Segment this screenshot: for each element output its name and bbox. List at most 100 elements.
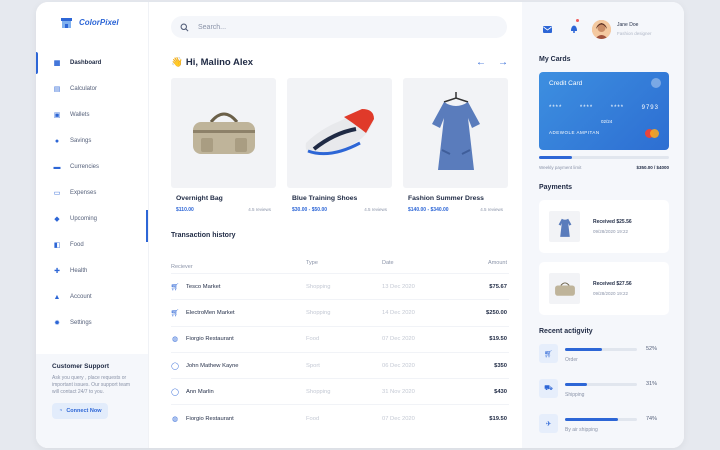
payment-item[interactable]: Received $25.56 09/28/2020 19:22 xyxy=(539,200,669,253)
date: 14 Dec 2020 xyxy=(382,309,415,316)
payment-item[interactable]: Received $27.56 09/28/2020 19:22 xyxy=(539,262,669,315)
sidebar-item-dashboard[interactable]: ▦ Dashboard xyxy=(36,50,148,76)
sidebar: ColorPixel ▦ Dashboard ▤ Calculator ▣ Wa… xyxy=(36,2,149,448)
user-icon: ◯ xyxy=(171,388,179,396)
mail-icon[interactable] xyxy=(543,20,552,38)
card-number-group: 9793 xyxy=(641,105,659,111)
app-window: ColorPixel ▦ Dashboard ▤ Calculator ▣ Wa… xyxy=(36,2,684,448)
greeting-text: Hi, Malino Alex xyxy=(185,57,254,68)
search-bar[interactable]: Search... xyxy=(171,16,507,38)
product-image-bag xyxy=(171,78,276,188)
sidebar-item-wallets[interactable]: ▣ Wallets xyxy=(36,102,148,128)
sidebar-item-currencies[interactable]: ▬ Currencies xyxy=(36,154,148,180)
product-card[interactable]: Blue Training Shoes $30.00 - $50.00 4.5 … xyxy=(287,78,392,213)
connect-now-button[interactable]: ◔ Connect Now xyxy=(52,403,109,419)
cart-icon: 🛒︎ xyxy=(170,309,180,317)
food-icon: ◧ xyxy=(53,242,61,249)
logo[interactable]: ColorPixel xyxy=(36,2,148,42)
avatar[interactable] xyxy=(592,19,611,39)
table-row[interactable]: ◍ Fiorgio Restaurant Food 07 Dec 2020 $19… xyxy=(171,327,509,353)
cart-icon: 🛒︎ xyxy=(539,344,558,363)
sidebar-item-settings[interactable]: ✹ Settings xyxy=(36,310,148,336)
calculator-icon: ▤ xyxy=(53,86,61,93)
date: 31 Nov 2020 xyxy=(382,388,415,395)
sidebar-item-upcoming[interactable]: ◆ Upcoming xyxy=(36,206,148,232)
mastercard-icon xyxy=(645,129,659,138)
product-card[interactable]: Fashion Summer Dress $140.00 - $340.00 4… xyxy=(403,78,508,213)
type: Sport xyxy=(306,362,320,369)
sidebar-item-label: Settings xyxy=(70,320,92,326)
arrow-left-icon[interactable]: ← xyxy=(476,57,486,68)
table-row[interactable]: ◍ Fiorgio Restaurant Food 07 Dec 2020 $19… xyxy=(171,405,509,431)
activity-item: ⛟ Shipping 31% xyxy=(539,379,669,405)
table-row[interactable]: 🛒︎ Tesco Market Shopping 13 Dec 2020 $75.… xyxy=(171,274,509,301)
sidebar-item-label: Upcoming xyxy=(70,216,98,222)
date: 13 Dec 2020 xyxy=(382,283,415,290)
table-row[interactable]: ◯ Ann Marlin Shopping 31 Nov 2020 $430 xyxy=(171,379,509,406)
column-date[interactable]: Date xyxy=(382,260,458,273)
receiver: Fiorgio Restaurant xyxy=(186,336,234,343)
right-panel: Jane Doe Fashion designer My Cards Credi… xyxy=(522,2,684,448)
connect-now-label: Connect Now xyxy=(66,408,102,414)
payment-limit-fill xyxy=(539,156,572,159)
column-type[interactable]: Type xyxy=(306,260,382,273)
type: Food xyxy=(306,415,320,422)
search-input[interactable]: Search... xyxy=(198,24,226,31)
activity-bar-fill xyxy=(565,348,603,351)
arrow-right-icon[interactable]: → xyxy=(498,57,508,68)
activity-bar xyxy=(565,418,637,421)
sidebar-item-label: Currencies xyxy=(70,164,100,170)
activity-bar-fill xyxy=(565,418,619,421)
user-role: Fashion designer xyxy=(617,31,652,36)
payments-title: Payments xyxy=(539,184,573,191)
sidebar-item-savings[interactable]: ● Savings xyxy=(36,128,148,154)
product-reviews: 4.5 reviews xyxy=(248,207,271,212)
activity-bar-fill xyxy=(565,383,588,386)
recent-activity-title: Recent actigvity xyxy=(539,328,593,335)
transaction-table: 🛒︎ Tesco Market Shopping 13 Dec 2020 $75.… xyxy=(171,274,509,432)
column-receiver[interactable]: Reciever xyxy=(171,260,306,273)
date: 06 Dec 2020 xyxy=(382,362,415,369)
product-name: Blue Training Shoes xyxy=(292,195,358,202)
bag-image xyxy=(192,112,255,154)
receiver: Ann Marlin xyxy=(186,388,214,395)
card-label: Credit Card xyxy=(549,80,583,87)
card-holder: ADEWOLE AMPITAN xyxy=(549,130,600,135)
sidebar-item-account[interactable]: ▲ Account xyxy=(36,284,148,310)
bag-thumbnail xyxy=(549,273,580,304)
product-reviews: 4.5 reviews xyxy=(480,207,503,212)
credit-card[interactable]: Credit Card **** **** **** 9793 02/24 AD… xyxy=(539,72,669,150)
notification-dot xyxy=(576,19,579,22)
table-row[interactable]: ◯ John Mathew Kayne Sport 06 Dec 2020 $35… xyxy=(171,353,509,380)
sidebar-item-health[interactable]: ✚ Health xyxy=(36,258,148,284)
sidebar-item-label: Wallets xyxy=(70,112,90,118)
product-price: $110.00 xyxy=(176,207,194,213)
wallet-icon: ▣ xyxy=(53,112,61,119)
food-icon: ◍ xyxy=(171,415,179,423)
sidebar-item-label: Calculator xyxy=(70,86,98,92)
sidebar-item-expenses[interactable]: ▭ Expenses xyxy=(36,180,148,206)
bell-icon[interactable] xyxy=(570,19,579,38)
product-image-dress xyxy=(403,78,508,188)
greeting-row: 👋 Hi, Malino Alex ← → xyxy=(171,57,509,68)
table-row[interactable]: 🛒︎ ElectroMen Market Shopping 14 Dec 2020… xyxy=(170,300,509,327)
product-card[interactable]: Overnight Bag $110.00 4.5 reviews xyxy=(171,78,276,213)
customer-support-panel: Customer Support Ask you query , place r… xyxy=(36,354,148,448)
column-amount[interactable]: Amount xyxy=(458,260,507,273)
activity-percent: 31% xyxy=(646,381,658,387)
payment-limit-bar xyxy=(539,156,669,159)
my-cards-title: My Cards xyxy=(539,56,571,63)
product-reviews: 4.5 reviews xyxy=(364,207,387,212)
sidebar-item-calculator[interactable]: ▤ Calculator xyxy=(36,76,148,102)
transaction-history-title: Transaction history xyxy=(171,232,236,239)
sidebar-item-label: Dashboard xyxy=(70,60,102,66)
sidebar-item-label: Expenses xyxy=(70,190,97,196)
date: 07 Dec 2020 xyxy=(382,336,415,343)
sidebar-scrollbar[interactable] xyxy=(146,210,148,242)
date: 07 Dec 2020 xyxy=(382,415,415,422)
type: Food xyxy=(306,336,320,343)
sidebar-item-food[interactable]: ◧ Food xyxy=(36,232,148,258)
receiver: Fiorgio Restaurant xyxy=(186,415,234,422)
user-name: Jane Doe xyxy=(617,22,639,28)
activity-label: By air shipping xyxy=(565,427,598,433)
